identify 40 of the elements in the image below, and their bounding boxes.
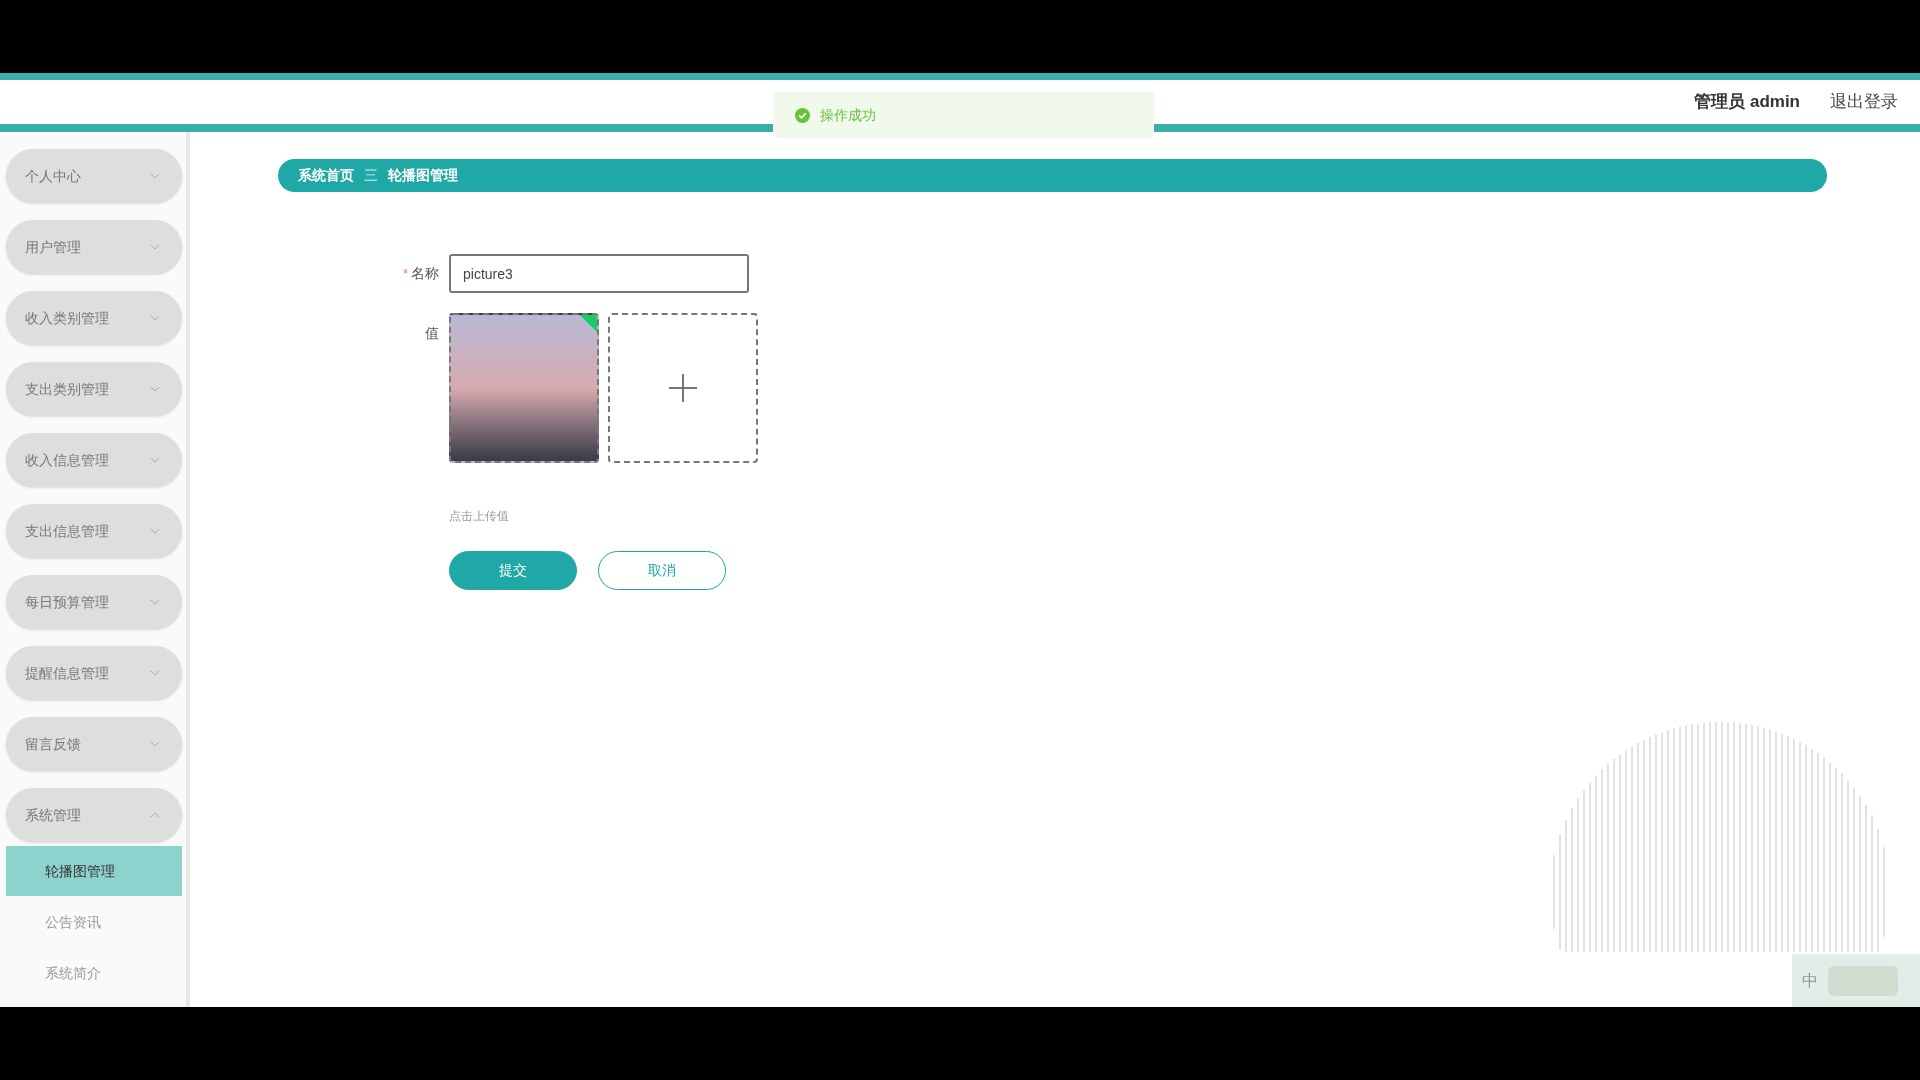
check-circle-icon bbox=[795, 107, 810, 123]
submenu-item[interactable]: 公告资讯 bbox=[6, 897, 182, 947]
menu-item[interactable]: 收入类别管理 bbox=[6, 291, 182, 345]
menu-item[interactable]: 支出类别管理 bbox=[6, 362, 182, 416]
upload-button[interactable] bbox=[608, 313, 758, 463]
chevron-down-icon bbox=[150, 670, 160, 676]
menu-item[interactable]: 提醒信息管理 bbox=[6, 646, 182, 700]
submenu-item[interactable]: 系统简介 bbox=[6, 948, 182, 998]
logout-link[interactable]: 退出登录 bbox=[1830, 89, 1898, 115]
toast-text: 操作成功 bbox=[820, 105, 876, 125]
upload-hint: 点击上传值 bbox=[449, 509, 509, 523]
chevron-down-icon bbox=[150, 528, 160, 534]
ime-mode-label[interactable]: 中 bbox=[1802, 968, 1818, 993]
menu-item[interactable]: 系统管理 bbox=[6, 788, 182, 842]
breadcrumb-current: 轮播图管理 bbox=[388, 166, 458, 185]
chevron-down-icon bbox=[150, 599, 160, 605]
required-asterisk: * bbox=[403, 265, 408, 283]
value-label: 值 bbox=[425, 324, 439, 343]
menu-item[interactable]: 留言反馈 bbox=[6, 717, 182, 771]
menu-item[interactable]: 个人中心 bbox=[6, 149, 182, 203]
chevron-down-icon bbox=[150, 173, 160, 179]
chevron-down-icon bbox=[150, 457, 160, 463]
menu-item[interactable]: 收入信息管理 bbox=[6, 433, 182, 487]
submenu-item[interactable]: 轮播图管理 bbox=[6, 846, 182, 896]
plus-icon bbox=[669, 374, 697, 402]
menu-item[interactable]: 用户管理 bbox=[6, 220, 182, 274]
chevron-down-icon bbox=[150, 741, 160, 747]
breadcrumb-home-link[interactable]: 系统首页 bbox=[298, 165, 354, 186]
chevron-up-icon bbox=[150, 812, 160, 818]
chevron-down-icon bbox=[150, 386, 160, 392]
admin-label: 管理员 admin bbox=[1694, 91, 1800, 114]
breadcrumb-separator: 三 bbox=[364, 166, 378, 185]
name-label: 名称 bbox=[411, 264, 439, 283]
cancel-button[interactable]: 取消 bbox=[598, 551, 726, 590]
chevron-down-icon bbox=[150, 244, 160, 250]
menu-item[interactable]: 支出信息管理 bbox=[6, 504, 182, 558]
name-input-field[interactable]: picture3 bbox=[449, 254, 749, 293]
chevron-down-icon bbox=[150, 315, 160, 321]
submit-button[interactable]: 提交 bbox=[449, 551, 577, 590]
menu-item[interactable]: 每日预算管理 bbox=[6, 575, 182, 629]
